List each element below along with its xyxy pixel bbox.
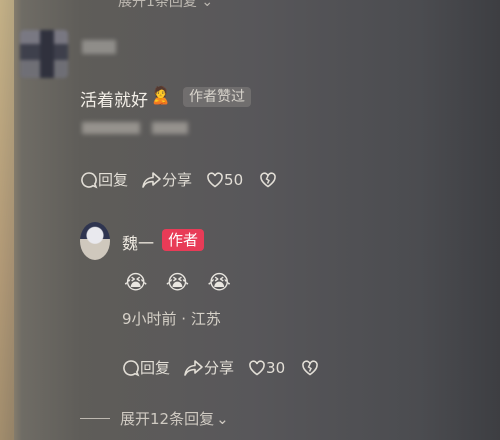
heart-icon: [207, 171, 223, 187]
meta-blurred: [152, 122, 188, 134]
share-icon: [184, 359, 203, 376]
reply-button[interactable]: 回复: [122, 357, 170, 378]
expand-replies-button[interactable]: 展开12条回复 ⌄: [80, 408, 229, 429]
broken-heart-icon: [260, 171, 276, 187]
share-label: 分享: [204, 359, 235, 377]
comment-emoji: 🙎: [150, 86, 172, 106]
like-count: 50: [224, 170, 244, 189]
like-button[interactable]: 30: [248, 359, 285, 377]
share-button[interactable]: 分享: [184, 357, 234, 378]
comment-actions: 回复 分享 50: [80, 169, 277, 190]
expand-replies-label: 展开12条回复: [120, 410, 215, 428]
meta-blurred: [82, 122, 140, 134]
broken-heart-icon: [302, 359, 318, 375]
share-button[interactable]: 分享: [142, 169, 192, 190]
author-liked-badge: 作者赞过: [183, 87, 251, 107]
chevron-down-icon: ⌄: [216, 409, 229, 428]
comment-text: 活着就好: [80, 91, 148, 111]
edge-glow: [0, 0, 14, 440]
share-icon: [142, 171, 161, 188]
reply-label: 回复: [140, 359, 171, 377]
avatar[interactable]: [80, 222, 110, 260]
heart-icon: [249, 359, 265, 375]
username[interactable]: 魏一: [122, 230, 154, 254]
comment-actions: 回复 分享 30: [122, 357, 319, 378]
username-blurred: [82, 40, 116, 54]
like-button[interactable]: 50: [206, 171, 243, 189]
comment-icon: [81, 171, 98, 189]
reply-label: 回复: [98, 171, 129, 189]
author-badge: 作者: [162, 229, 205, 251]
divider: [80, 418, 110, 419]
avatar[interactable]: [20, 30, 68, 78]
expand-replies-top[interactable]: 展开1条回复 ⌄: [118, 0, 213, 11]
dislike-button[interactable]: [259, 171, 277, 189]
comment-icon: [123, 359, 140, 377]
like-count: 30: [266, 358, 286, 377]
reply-button[interactable]: 回复: [80, 169, 128, 190]
chevron-down-icon: ⌄: [201, 0, 214, 10]
comment-emojis: 😭 😭 😭: [124, 270, 237, 294]
expand-replies-top-label: 展开1条回复: [118, 0, 197, 10]
share-label: 分享: [162, 171, 193, 189]
time-location: 9小时前 · 江苏: [122, 310, 221, 328]
dislike-button[interactable]: [301, 359, 319, 377]
